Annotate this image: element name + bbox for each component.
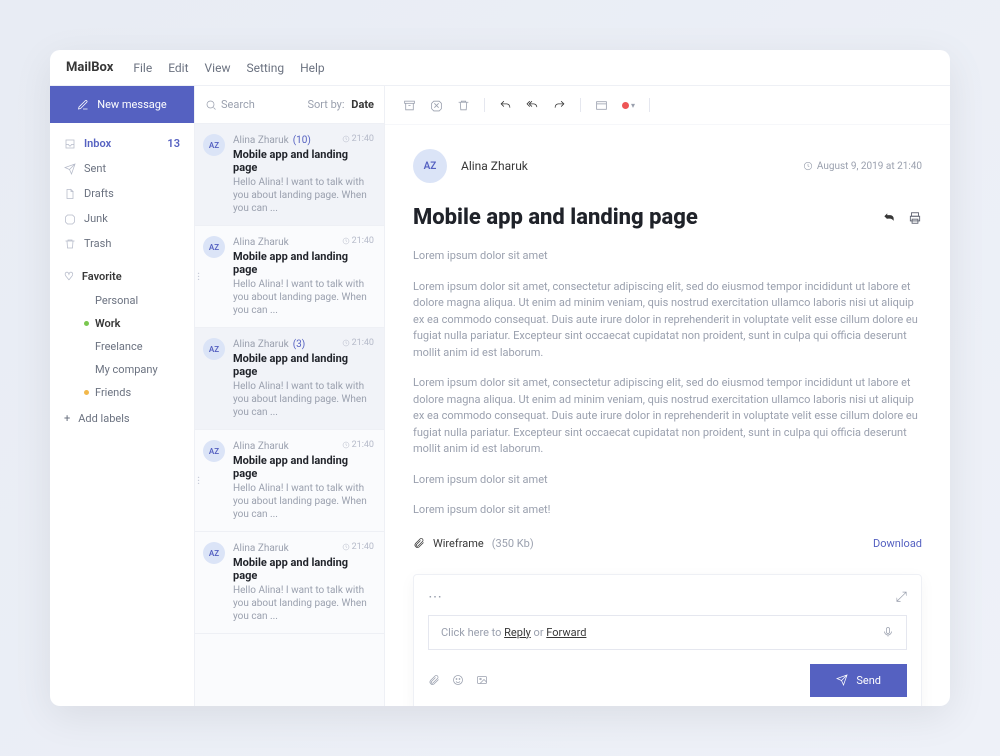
print-icon[interactable]: [908, 211, 922, 225]
folder-sent[interactable]: Sent: [50, 156, 194, 181]
mail-item[interactable]: AZAlina Zharuk21:40Mobile app and landin…: [195, 532, 384, 634]
mic-icon[interactable]: [882, 626, 894, 638]
avatar: AZ: [203, 542, 225, 564]
brand: MailBox: [66, 60, 113, 75]
add-labels[interactable]: + Add labels: [50, 404, 194, 433]
forward-icon[interactable]: [553, 99, 566, 112]
color-dot: [84, 390, 89, 395]
plus-icon: +: [64, 412, 70, 425]
compose-icon: [77, 99, 89, 111]
avatar: AZ: [203, 440, 225, 462]
menu-help[interactable]: Help: [300, 61, 325, 75]
message-date: August 9, 2019 at 21:40: [803, 161, 922, 172]
folder-junk[interactable]: Junk: [50, 206, 194, 231]
menu-view[interactable]: View: [205, 61, 231, 75]
app-window: MailBox File Edit View Setting Help New …: [50, 50, 950, 706]
new-message-button[interactable]: New message: [50, 86, 194, 123]
sender-avatar: AZ: [413, 149, 447, 183]
sidebar: New message Inbox13SentDraftsJunkTrash ♡…: [50, 86, 195, 706]
favorite-freelance[interactable]: Freelance: [50, 335, 194, 358]
mail-item[interactable]: AZAlina Zharuk(3)21:40Mobile app and lan…: [195, 328, 384, 430]
send-icon: [836, 674, 848, 686]
mail-item[interactable]: AZAlina Zharuk(10)21:40Mobile app and la…: [195, 124, 384, 226]
favorite-friends[interactable]: Friends: [50, 381, 194, 404]
avatar: AZ: [203, 236, 225, 258]
more-icon[interactable]: ⋯: [428, 589, 442, 605]
delete-icon[interactable]: [457, 99, 470, 112]
mail-list-column: Search Sort by: Date AZAlina Zharuk(10)2…: [195, 86, 385, 706]
reply-title-icon[interactable]: [882, 211, 896, 225]
clock-icon: [803, 161, 813, 171]
paperclip-icon: [413, 537, 425, 549]
menu-file[interactable]: File: [133, 61, 152, 75]
reply-all-icon[interactable]: [526, 99, 539, 112]
message-pane: ▾ AZ Alina Zharuk August 9, 2019 at 21:4…: [385, 86, 950, 706]
favorite-my-company[interactable]: My company: [50, 358, 194, 381]
avatar: AZ: [203, 338, 225, 360]
spam-icon[interactable]: [430, 99, 443, 112]
image-icon[interactable]: [476, 674, 488, 686]
message-title: Mobile app and landing page: [413, 205, 698, 230]
attachment-name: Wireframe: [433, 537, 484, 550]
folder-drafts[interactable]: Drafts: [50, 181, 194, 206]
trash-icon: [64, 238, 76, 250]
menubar: MailBox File Edit View Setting Help: [50, 50, 950, 86]
folder-trash[interactable]: Trash: [50, 231, 194, 256]
tag-color-icon[interactable]: ▾: [622, 101, 635, 110]
favorite-work[interactable]: Work: [50, 312, 194, 335]
drag-handle-icon[interactable]: ···: [197, 272, 200, 281]
reply-icon[interactable]: [499, 99, 512, 112]
send-button[interactable]: Send: [810, 664, 907, 697]
favorite-heading[interactable]: ♡ Favorite: [50, 264, 194, 289]
color-dot: [84, 321, 89, 326]
sender-name: Alina Zharuk: [461, 159, 528, 173]
search-input[interactable]: Search: [205, 98, 255, 111]
inbox-icon: [64, 138, 76, 150]
favorite-personal[interactable]: Personal: [50, 289, 194, 312]
new-message-label: New message: [97, 98, 167, 111]
reply-input[interactable]: Click here to Reply or Forward: [428, 615, 907, 650]
search-icon: [205, 99, 217, 111]
send-icon: [64, 163, 76, 175]
attach-icon[interactable]: [428, 674, 440, 686]
menu-edit[interactable]: Edit: [168, 61, 188, 75]
folder-inbox[interactable]: Inbox13: [50, 131, 194, 156]
emoji-icon[interactable]: [452, 674, 464, 686]
move-icon[interactable]: [595, 99, 608, 112]
file-icon: [64, 188, 76, 200]
message-toolbar: ▾: [385, 86, 950, 125]
archive-icon[interactable]: [403, 99, 416, 112]
download-link[interactable]: Download: [873, 537, 922, 550]
mail-item[interactable]: ···AZAlina Zharuk21:40Mobile app and lan…: [195, 226, 384, 328]
drag-handle-icon[interactable]: ···: [197, 476, 200, 485]
sort-control[interactable]: Sort by: Date: [307, 98, 374, 111]
attachment-row: Wireframe (350 Kb) Download: [413, 537, 922, 550]
menu-setting[interactable]: Setting: [246, 61, 284, 75]
junk-icon: [64, 213, 76, 225]
expand-icon[interactable]: ⤢: [896, 589, 907, 605]
message-body: Lorem ipsum dolor sit ametLorem ipsum do…: [413, 248, 922, 519]
mail-item[interactable]: ···AZAlina Zharuk21:40Mobile app and lan…: [195, 430, 384, 532]
attachment-size: (350 Kb): [492, 537, 534, 550]
avatar: AZ: [203, 134, 225, 156]
reply-box: ⋯ ⤢ Click here to Reply or Forward: [413, 574, 922, 707]
